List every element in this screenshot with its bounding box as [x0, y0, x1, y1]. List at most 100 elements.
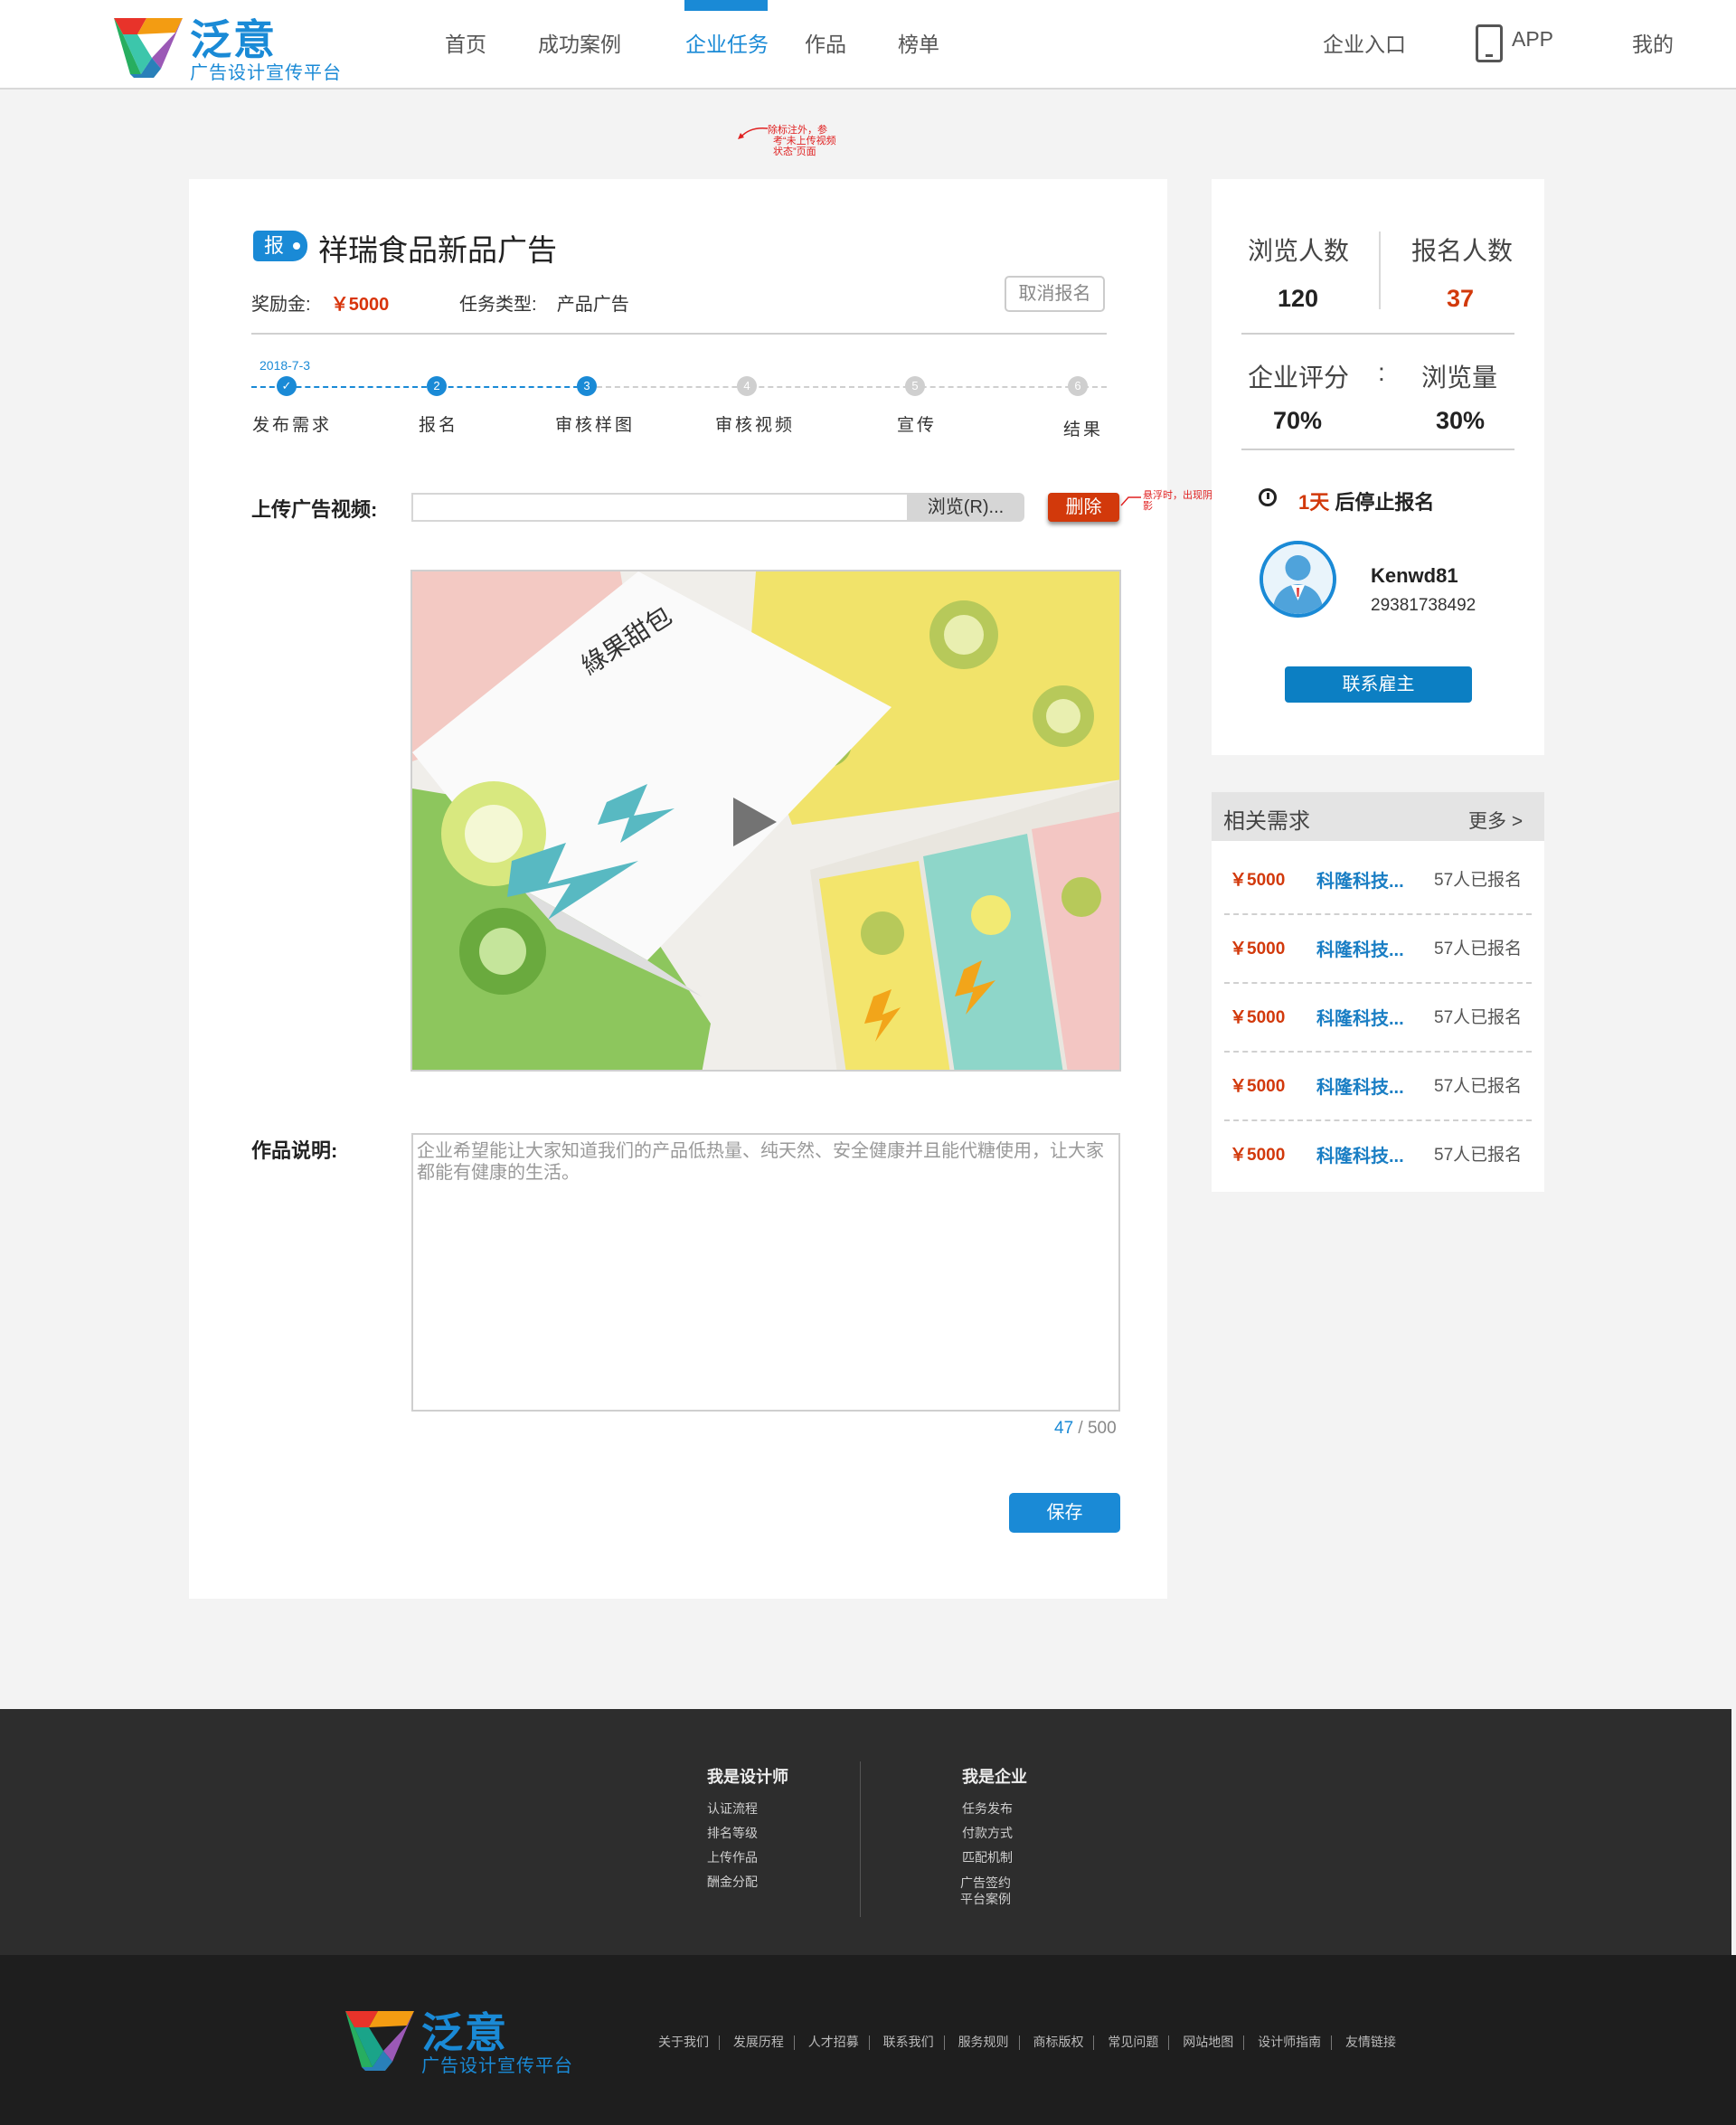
nav-works[interactable]: 作品 — [805, 27, 846, 58]
list-item[interactable]: ￥5000 科隆科技... 57人已报名 — [1224, 846, 1532, 915]
task-type-info: 任务类型: 产品广告 — [459, 295, 629, 315]
related-price: ￥5000 — [1230, 940, 1286, 959]
logo-mark-icon — [114, 18, 183, 78]
footer-link[interactable]: 商标版权 — [1033, 2035, 1083, 2049]
volume-value: 30% — [1436, 407, 1486, 434]
reward-info: 奖励金: ￥5000 — [251, 295, 390, 315]
footer-link[interactable]: 上传作品 — [707, 1850, 758, 1865]
logo-subtitle: 广告设计宣传平台 — [190, 63, 342, 83]
footer-link[interactable]: 网站地图 — [1183, 2035, 1233, 2049]
footer-logo[interactable]: 泛意 广告设计宣传平台 — [342, 2000, 577, 2076]
step-5-dot: 5 — [905, 376, 925, 396]
user-avatar-icon — [1263, 544, 1333, 614]
nav-enterprise-entry[interactable]: 企业入口 — [1323, 27, 1406, 58]
footer-bottom-links: 关于我们 发展历程 人才招募 联系我们 服务规则 商标版权 常见问题 网站地图 … — [658, 2033, 1396, 2051]
rating-value: 70% — [1273, 407, 1323, 434]
employer-id: 29381738492 — [1371, 596, 1477, 615]
task-type-value: 产品广告 — [556, 295, 629, 315]
nav-rankings[interactable]: 榜单 — [898, 27, 939, 58]
hover-annotation-note: 悬浮时，出现阴影 — [1143, 490, 1212, 512]
progress-line-todo — [588, 386, 1107, 388]
description-textarea[interactable]: 企业希望能让大家知道我们的产品低热量、纯天然、安全健康并且能代糖使用，让大家都能… — [411, 1133, 1120, 1412]
contact-employer-button[interactable]: 联系雇主 — [1285, 666, 1472, 703]
nav-mine[interactable]: 我的 — [1632, 27, 1674, 58]
list-item[interactable]: ￥5000 科隆科技... 57人已报名 — [1224, 984, 1532, 1053]
views-label: 浏览人数 — [1248, 237, 1350, 265]
delete-button[interactable]: 删除 — [1048, 493, 1119, 522]
footer-link[interactable]: 认证流程 — [707, 1801, 758, 1816]
logo[interactable]: 泛意 广告设计宣传平台 — [110, 7, 345, 83]
browse-button[interactable]: 浏览(R)... — [907, 493, 1024, 522]
nav-active-indicator — [684, 0, 768, 11]
related-name[interactable]: 科隆科技... — [1316, 1072, 1404, 1099]
footer-link[interactable]: 关于我们 — [658, 2035, 709, 2049]
save-button[interactable]: 保存 — [1009, 1493, 1120, 1533]
char-counter: 47 / 500 — [1054, 1419, 1117, 1438]
footer-link[interactable]: 联系我们 — [883, 2035, 934, 2049]
nav-success-cases[interactable]: 成功案例 — [538, 27, 621, 58]
step-3-label: 审核样图 — [555, 415, 636, 435]
footer-link[interactable]: 发展历程 — [733, 2035, 784, 2049]
related-count: 57人已报名 — [1434, 1146, 1523, 1165]
footer-link[interactable]: 常见问题 — [1108, 2035, 1158, 2049]
nav-home[interactable]: 首页 — [445, 27, 486, 58]
footer-link[interactable]: 任务发布 — [962, 1801, 1013, 1816]
related-name[interactable]: 科隆科技... — [1316, 866, 1404, 892]
list-item[interactable]: ￥5000 科隆科技... 57人已报名 — [1224, 1121, 1532, 1190]
top-header: 泛意 广告设计宣传平台 首页 成功案例 企业任务 作品 榜单 企业入口 APP … — [0, 0, 1736, 90]
step-6-label: 结果 — [1063, 420, 1104, 439]
related-price: ￥5000 — [1230, 1008, 1286, 1027]
footer-link[interactable]: 付款方式 — [962, 1826, 1013, 1840]
step-5-label: 宣传 — [897, 415, 938, 435]
footer-link[interactable]: 设计师指南 — [1258, 2035, 1321, 2049]
step-date: 2018-7-3 — [259, 358, 311, 373]
footer-link[interactable]: 广告签约 — [960, 1875, 1011, 1890]
nav-app[interactable]: APP — [1512, 27, 1553, 52]
footer-link[interactable]: 匹配机制 — [962, 1850, 1013, 1865]
tablet-icon[interactable] — [1476, 24, 1503, 62]
related-title: 相关需求 — [1223, 809, 1310, 834]
footer-link[interactable]: 人才招募 — [808, 2035, 859, 2049]
progress-line-done — [251, 386, 588, 388]
related-count: 57人已报名 — [1434, 940, 1523, 959]
list-item[interactable]: ￥5000 科隆科技... 57人已报名 — [1224, 1053, 1532, 1121]
related-name[interactable]: 科隆科技... — [1316, 935, 1404, 961]
divider — [1241, 449, 1514, 450]
footer-link[interactable]: 服务规则 — [958, 2035, 1009, 2049]
logo-subtitle: 广告设计宣传平台 — [421, 2056, 573, 2076]
upload-video-label: 上传广告视频: — [251, 498, 378, 521]
footer-designer-title: 我是设计师 — [707, 1768, 788, 1786]
related-name[interactable]: 科隆科技... — [1316, 1141, 1404, 1167]
footer-link[interactable]: 友情链接 — [1345, 2035, 1396, 2049]
step-1-label: 发布需求 — [252, 415, 333, 435]
upload-video-input[interactable] — [411, 493, 909, 522]
step-4-dot: 4 — [737, 376, 757, 396]
step-4-label: 审核视频 — [715, 415, 796, 435]
related-count: 57人已报名 — [1434, 871, 1523, 890]
footer-link[interactable]: 排名等级 — [707, 1826, 758, 1840]
related-more-link[interactable]: 更多 > — [1468, 807, 1523, 834]
divider — [251, 333, 1107, 335]
step-3-dot: 3 — [577, 376, 597, 396]
annotation-arrow-icon — [1120, 496, 1141, 506]
cancel-signup-button[interactable]: 取消报名 — [1005, 276, 1105, 312]
related-count: 57人已报名 — [1434, 1008, 1523, 1027]
nav-enterprise-tasks[interactable]: 企业任务 — [685, 27, 769, 58]
footer-link[interactable]: 酬金分配 — [707, 1875, 758, 1889]
volume-label: 浏览量 — [1421, 364, 1498, 392]
signups-value: 37 — [1447, 285, 1475, 312]
play-button-icon[interactable] — [733, 798, 777, 846]
list-item[interactable]: ￥5000 科隆科技... 57人已报名 — [1224, 915, 1532, 984]
step-1-check-icon: ✓ — [277, 376, 297, 396]
avatar[interactable] — [1260, 541, 1336, 618]
logo-mark-icon — [345, 2011, 414, 2071]
related-name[interactable]: 科隆科技... — [1316, 1004, 1404, 1030]
ratio-colon: : — [1378, 358, 1385, 386]
signup-badge: 报 — [253, 231, 307, 261]
annotation-note: 除标注外，参 考“未上传视频 状态”页面 — [768, 125, 836, 157]
divider — [1241, 333, 1514, 335]
step-2-dot: 2 — [427, 376, 447, 396]
divider — [860, 1761, 861, 1917]
footer-link[interactable]: 平台案例 — [960, 1892, 1011, 1906]
step-6-dot: 6 — [1068, 376, 1088, 396]
